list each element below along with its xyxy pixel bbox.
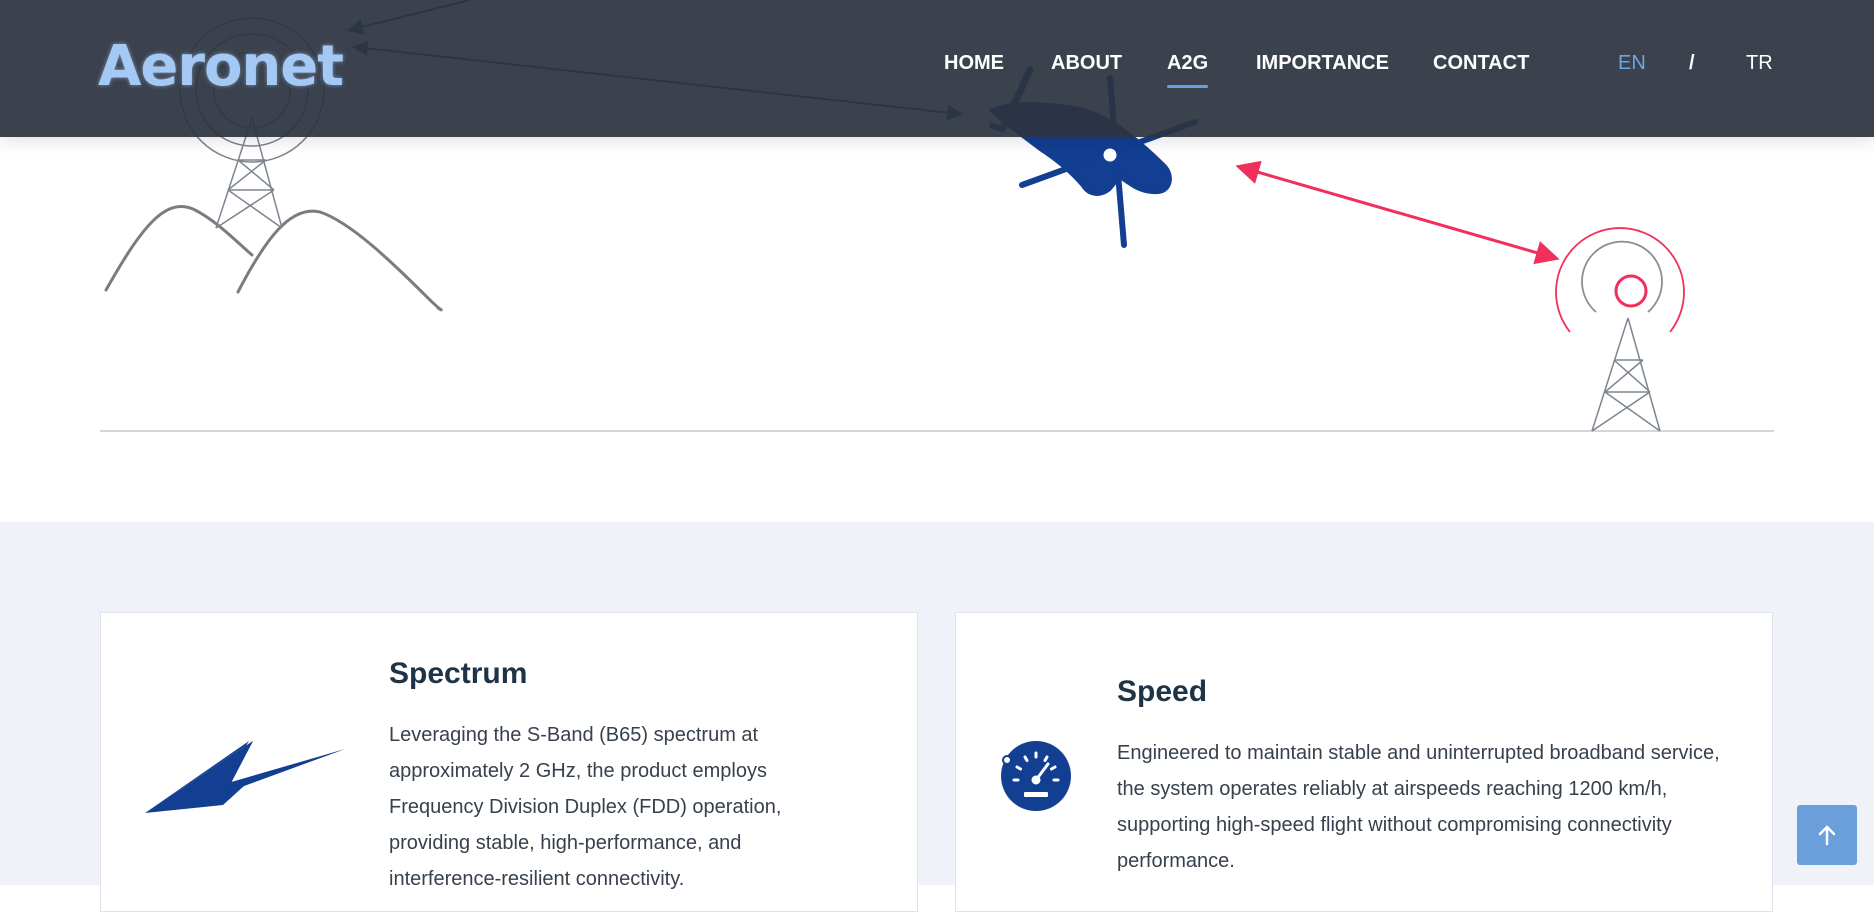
features-section: Spectrum Leveraging the S-Band (B65) spe… [0,522,1874,912]
feature-title: Speed [1117,675,1208,708]
arrow-up-icon [1818,825,1836,846]
nav-home[interactable]: HOME [944,52,1004,75]
feature-title: Spectrum [389,657,528,690]
nav-about[interactable]: ABOUT [1051,52,1122,75]
feature-description: Engineered to maintain stable and uninte… [1117,742,1720,872]
feature-description: Leveraging the S-Band (B65) spectrum at … [389,724,782,890]
site-logo[interactable]: Aeronet [98,34,344,99]
speedometer-icon [1001,741,1071,811]
feature-card-spectrum: Spectrum Leveraging the S-Band (B65) spe… [100,612,918,912]
nav-a2g[interactable]: A2G [1167,52,1209,88]
link-arrow-heli-station [1235,160,1560,265]
tower-right-icon [1555,227,1685,432]
nav-importance[interactable]: IMPORTANCE [1256,52,1389,75]
lang-separator: / [1689,52,1695,74]
nav-contact[interactable]: CONTACT [1433,52,1529,75]
lang-en[interactable]: EN [1618,52,1646,75]
lang-tr[interactable]: TR [1746,52,1773,75]
lightning-bolt-icon [145,741,345,813]
site-header: Aeronet HOME ABOUT A2G IMPORTANCE CONTAC… [0,0,1874,137]
scroll-to-top-button[interactable] [1797,805,1857,865]
feature-card-speed: Speed Engineered to maintain stable and … [955,612,1773,912]
